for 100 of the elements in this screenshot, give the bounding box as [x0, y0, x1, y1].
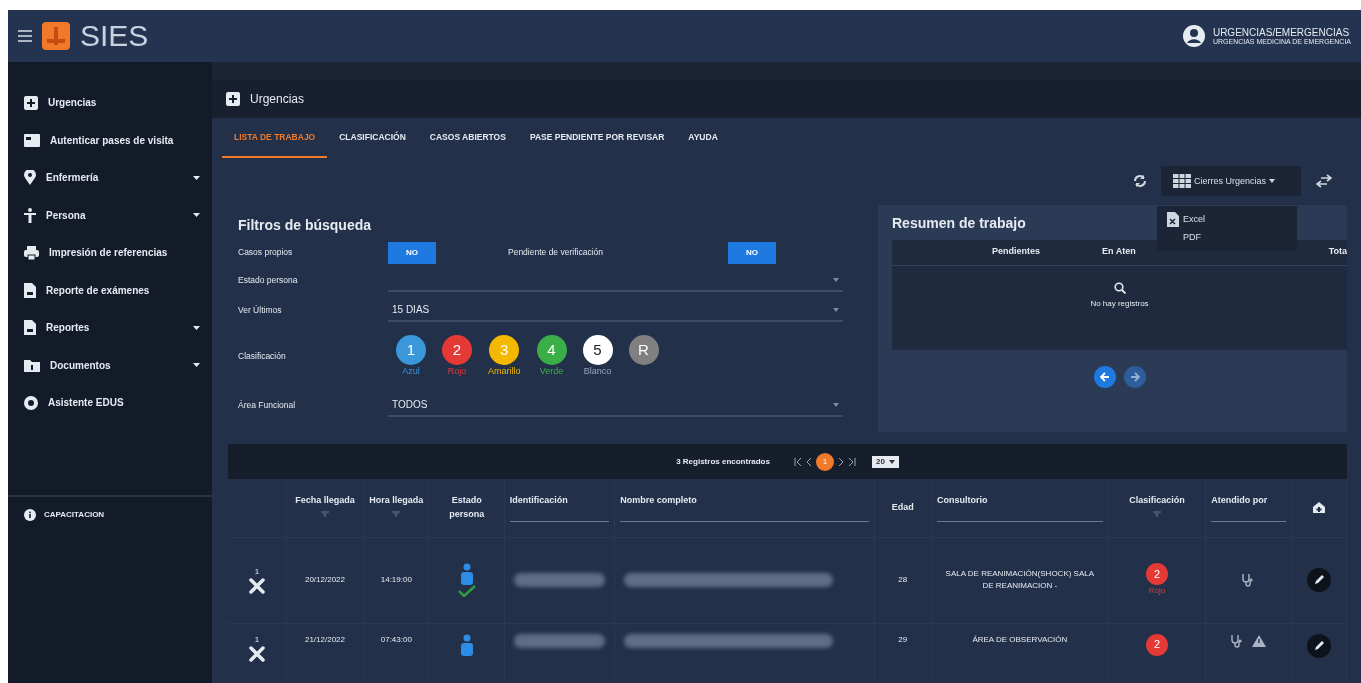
column-header: Edad [890, 501, 915, 514]
caret-icon [833, 402, 839, 407]
refresh-icon[interactable] [1133, 174, 1147, 189]
menu-item[interactable]: Excel [1167, 212, 1287, 227]
column-header: Hora llegada [368, 494, 425, 508]
document-icon [24, 282, 36, 298]
select-field[interactable]: TODOS [388, 394, 843, 417]
sidebar-footer-link[interactable]: CAPACITACION [44, 509, 105, 521]
caret-icon [1269, 179, 1276, 184]
pencil-icon [1312, 574, 1325, 586]
consulting-room: SALA DE REANIMACIÓN(SHOCK) SALA DE REANIMACION - [945, 569, 1095, 590]
user-icon[interactable] [1182, 25, 1205, 47]
menu-item[interactable]: PDF [1167, 231, 1287, 245]
classification-badge: 2 [1146, 633, 1168, 656]
arrival-date: 21/12/2022 [304, 634, 345, 644]
sidebar-item[interactable]: Reporte de exámenes [8, 271, 212, 309]
column-header: Atendido por [1210, 494, 1269, 507]
info-icon [24, 509, 36, 521]
person-icon [24, 207, 36, 223]
logo-icon [42, 22, 70, 50]
last-page-icon[interactable] [847, 457, 856, 466]
column-header: Identificación [508, 494, 569, 507]
row-number: 1 [253, 566, 261, 578]
first-page-icon[interactable] [793, 457, 802, 466]
section-title: Resumen de trabajo [892, 213, 1026, 233]
hospital-icon [1312, 502, 1325, 514]
field-label: Casos propios [238, 246, 294, 259]
sidebar-item[interactable]: Enfermería [8, 159, 212, 197]
next-button[interactable] [1123, 365, 1146, 388]
edit-button[interactable] [1306, 568, 1331, 592]
table-icon [1173, 174, 1191, 189]
classification-button[interactable]: 5 [582, 334, 613, 365]
column-header: Tota [1327, 245, 1347, 259]
column-header: Estado persona [448, 494, 486, 521]
toggle-button[interactable]: NO [728, 241, 776, 264]
sidebar-item[interactable]: Persona [8, 196, 212, 234]
classification-badge: 2 [1146, 563, 1168, 585]
field-label: Estado persona [238, 274, 299, 287]
plus-icon [226, 92, 240, 106]
column-header: Clasificación [1128, 494, 1186, 508]
classification-label: Verde [539, 364, 564, 378]
folder-icon [24, 358, 40, 372]
arrow-left-icon [1099, 371, 1110, 382]
sidebar-item[interactable]: Asistente EDUS [8, 384, 212, 422]
classification-button[interactable]: 2 [442, 334, 472, 365]
row-number: 1 [253, 633, 261, 646]
app-name: SIES [80, 21, 149, 51]
previous-page-icon[interactable] [805, 457, 812, 466]
section-title: Filtros de búsqueda [238, 215, 372, 235]
page-size-select[interactable]: 20 [871, 455, 899, 468]
user-role: URGENCIAS/EMERGENCIAS [1212, 26, 1351, 38]
sidebar-item[interactable]: Documentos [8, 346, 212, 384]
sidebar-item[interactable]: Urgencias [8, 84, 212, 122]
sidebar-item[interactable]: Reportes [8, 309, 212, 347]
next-page-icon[interactable] [837, 457, 844, 466]
tab[interactable]: CLASIFICACIÓN [327, 118, 418, 158]
patient-age: 28 [898, 575, 908, 584]
field-label: Pendiente de verificación [508, 246, 604, 259]
swap-icon[interactable] [1315, 174, 1333, 189]
field-label: Ver Últimos [238, 304, 283, 317]
column-header: Consultorio [935, 494, 989, 507]
pencil-icon [1312, 639, 1325, 652]
edit-button[interactable] [1306, 633, 1331, 658]
classification-button[interactable]: R [628, 334, 659, 365]
caret-icon [833, 307, 839, 312]
field-label: Clasificación [238, 350, 287, 363]
caret-icon [888, 459, 895, 464]
toggle-button[interactable]: NO [388, 241, 436, 264]
classification-label: Blanco [583, 364, 612, 378]
previous-button[interactable] [1093, 365, 1116, 388]
empty-message: No hay registros [1090, 297, 1149, 310]
person-icon [460, 563, 473, 585]
tab[interactable]: PASE PENDIENTE POR REVISAR [517, 118, 677, 158]
classification-label: Azul [402, 364, 420, 378]
arrow-right-icon [1129, 371, 1140, 382]
classification-label: Rojo [1148, 585, 1166, 597]
tab[interactable]: AYUDA [676, 118, 730, 158]
tab[interactable]: CASOS ABIERTOS [417, 118, 518, 158]
search-icon [1113, 281, 1126, 294]
record-count: 3 Registros encontrados [676, 455, 770, 468]
patient-age: 29 [898, 634, 908, 644]
printer-icon [24, 245, 39, 260]
menu-icon[interactable] [18, 30, 32, 42]
select-field[interactable]: 15 DIAS [388, 299, 843, 322]
column-header: En Aten [1102, 245, 1137, 259]
arrival-time: 14:19:00 [380, 575, 412, 584]
location-pin-icon [24, 170, 36, 186]
field-label: Área Funcional [238, 399, 297, 412]
arrival-time: 07:43:00 [380, 634, 412, 644]
sidebar-item[interactable]: Autenticar pases de visita [8, 121, 212, 159]
sidebar-item[interactable]: Impresión de referencias [8, 234, 212, 272]
document-icon [24, 320, 36, 336]
plus-icon [24, 95, 38, 110]
card-icon [24, 133, 40, 147]
gear-icon [24, 395, 38, 410]
classification-label: Rojo [447, 364, 467, 378]
consulting-room: ÁREA DE OBSERVACIÓN [972, 634, 1068, 644]
column-header: Fecha llegada [294, 494, 356, 508]
closing-dropdown[interactable]: Cierres Urgencias [1161, 166, 1301, 197]
classification-label: Amarillo [488, 364, 521, 378]
